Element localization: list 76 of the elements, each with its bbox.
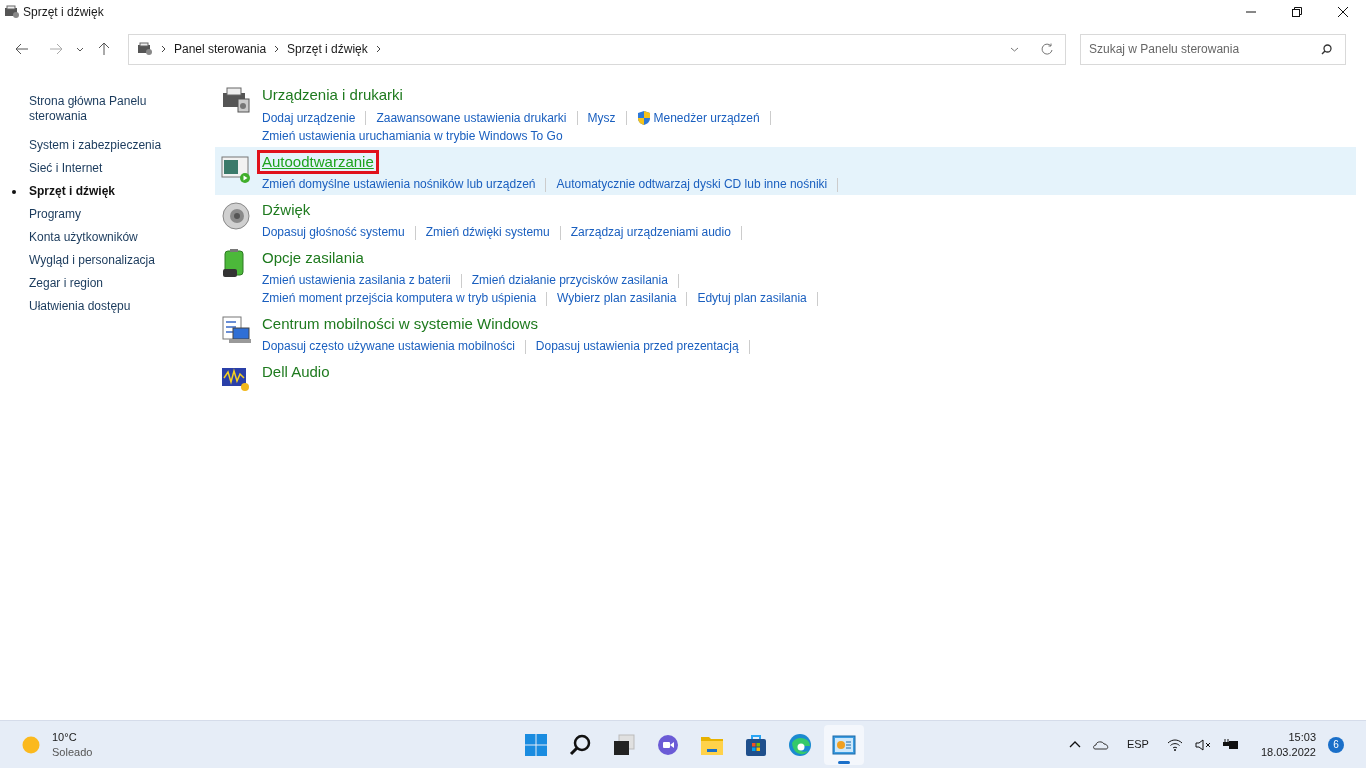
notification-badge[interactable]: 6: [1328, 736, 1344, 753]
refresh-button[interactable]: [1041, 43, 1053, 55]
category-title-link[interactable]: Opcje zasilania: [257, 246, 369, 270]
clock-time: 15:03: [1288, 729, 1316, 745]
sidebar-link[interactable]: Sprzęt i dźwięk: [29, 184, 116, 199]
sidebar-link[interactable]: Programy: [29, 207, 81, 222]
sidebar-link[interactable]: Wygląd i personalizacja: [29, 253, 155, 268]
search-icon: [568, 732, 592, 757]
window-title: Sprzęt i dźwięk: [23, 4, 104, 21]
back-arrow-icon: [15, 43, 29, 55]
up-arrow-icon: [98, 42, 110, 56]
weather-condition: Soleado: [52, 744, 93, 760]
chevron-right-icon: [375, 45, 381, 53]
task-link[interactable]: Zmień domyślne ustawienia nośników lub urządzeń: [262, 177, 536, 192]
category-title-link[interactable]: Centrum mobilności w systemie Windows: [257, 312, 543, 336]
control-panel-icon: [832, 732, 856, 757]
chevron-up-icon: [1068, 741, 1081, 748]
task-link[interactable]: Zmień ustawienia uruchamiania w trybie Windows To Go: [262, 129, 563, 144]
search-icon: [1321, 43, 1332, 55]
window-icon: [4, 5, 20, 19]
address-dropdown-button[interactable]: [1010, 46, 1019, 52]
breadcrumb[interactable]: Panel sterowania: [174, 40, 267, 58]
task-link[interactable]: Mysz: [587, 110, 616, 126]
speaker-muted-icon: [1194, 738, 1211, 751]
breadcrumb[interactable]: Sprzęt i dźwięk: [287, 40, 368, 58]
weather-temperature: 10°C: [52, 729, 78, 745]
search-field[interactable]: Szukaj w Panelu sterowania: [1080, 33, 1346, 65]
battery-charging-icon: [1222, 738, 1239, 751]
chevron-down-icon: [1010, 46, 1019, 52]
sun-icon: [22, 735, 40, 754]
chevron-right-icon: [274, 45, 280, 53]
speaker-icon: [220, 200, 252, 232]
chevron-right-icon: [161, 45, 166, 53]
task-link[interactable]: Dodaj urządzenie: [262, 110, 356, 126]
task-link[interactable]: Automatycznie odtwarzaj dyski CD lub inne nośniki: [556, 177, 828, 192]
category-title-link[interactable]: Dell Audio: [257, 360, 335, 384]
task-link[interactable]: Wybierz plan zasilania: [557, 291, 677, 306]
task-link[interactable]: Zarządzaj urządzeniami audio: [570, 225, 731, 240]
category-title-link[interactable]: Dźwięk: [257, 198, 316, 222]
windows-start-icon: [524, 732, 548, 757]
task-view-icon: [612, 732, 636, 757]
video-chat-icon: [656, 732, 680, 757]
cloud-icon: [1092, 739, 1109, 750]
address-bar[interactable]: Panel sterowania Sprzęt i dźwięk: [128, 33, 1066, 65]
task-link[interactable]: Zaawansowane ustawienia drukarki: [376, 110, 567, 126]
task-link[interactable]: Dopasuj ustawienia przed prezentacją: [535, 339, 739, 354]
sidebar-link[interactable]: Ułatwienia dostępu: [29, 299, 131, 314]
restore-icon: [1292, 7, 1302, 17]
task-link[interactable]: Edytuj plan zasilania: [697, 291, 807, 306]
task-link[interactable]: Menedżer urządzeń: [636, 110, 760, 126]
selected-bullet-icon: [12, 190, 16, 194]
task-link[interactable]: Dopasuj głośność systemu: [262, 225, 405, 240]
category-title-link[interactable]: Urządzenia i drukarki: [257, 83, 408, 107]
browser-icon: [788, 732, 812, 757]
sidebar-link[interactable]: Zegar i region: [29, 276, 104, 291]
close-icon: [1338, 7, 1348, 17]
store-bag-icon: [744, 732, 768, 757]
wifi-icon: [1166, 738, 1183, 751]
task-link[interactable]: Zmień działanie przycisków zasilania: [471, 273, 668, 288]
forward-arrow-icon: [49, 43, 63, 55]
task-link[interactable]: Zmień dźwięki systemu: [425, 225, 550, 240]
clock-date: 18.03.2022: [1260, 744, 1316, 760]
sidebar-link[interactable]: Strona główna Panelu sterowania: [29, 94, 175, 124]
sidebar-link[interactable]: System i zabezpieczenia: [29, 138, 162, 153]
laptop-checklist-icon: [220, 314, 252, 346]
sidebar-link[interactable]: Konta użytkowników: [29, 230, 138, 245]
refresh-icon: [1041, 43, 1053, 55]
task-link[interactable]: Zmień ustawienia zasilania z baterii: [262, 273, 451, 288]
sidebar-link[interactable]: Sieć i Internet: [29, 161, 103, 176]
shield-icon: [636, 110, 651, 126]
task-link[interactable]: Dopasuj często używane ustawienia mobilności: [262, 339, 515, 354]
chevron-down-icon: [76, 46, 84, 52]
language-indicator[interactable]: ESP: [1126, 736, 1149, 753]
task-link[interactable]: Zmień moment przejścia komputera w tryb uśpienia: [262, 291, 537, 306]
active-indicator: [838, 760, 850, 764]
folder-hardware-icon: [137, 42, 153, 56]
